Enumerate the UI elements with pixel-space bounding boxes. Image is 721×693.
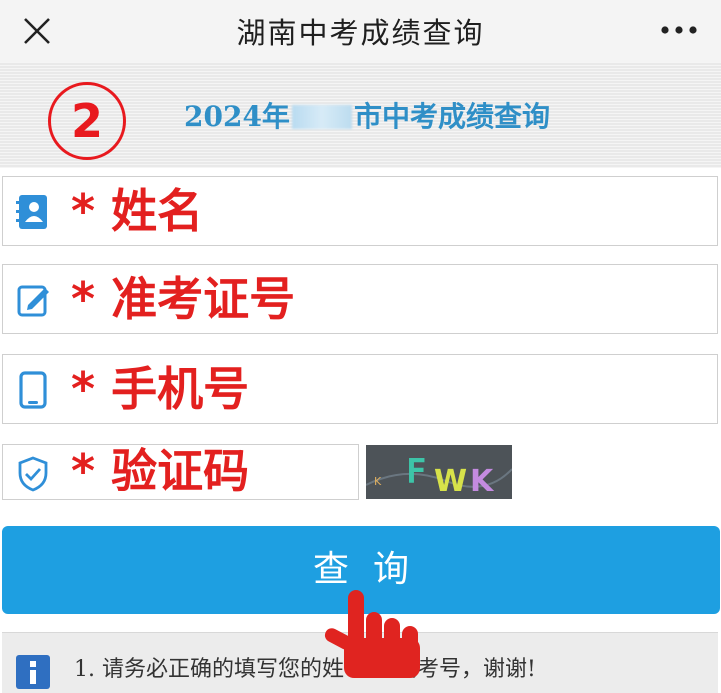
more-icon[interactable] (659, 20, 699, 40)
page-title: 湖南中考成绩查询 (236, 16, 485, 50)
shield-icon (18, 456, 48, 492)
svg-text:K: K (374, 475, 382, 488)
captcha-field[interactable]: * 验证码 (2, 444, 359, 500)
banner-title: 2024年 市中考成绩查询 (184, 99, 550, 135)
phone-label: * 手机号 (71, 362, 250, 416)
edit-icon (17, 285, 49, 317)
svg-text:K: K (470, 464, 495, 499)
svg-text:W: W (434, 464, 467, 499)
name-label: * 姓名 (71, 184, 204, 238)
notice-text: 1. 请务必正确的填写您的姓 证号或考号，谢谢! (74, 657, 536, 682)
svg-text:F: F (406, 452, 426, 492)
banner-title-prefix: 2024年 (184, 100, 290, 133)
captcha-label: * 验证码 (71, 444, 250, 498)
step-number-badge: 2 (48, 82, 126, 160)
phone-icon (19, 371, 47, 409)
exam-number-field[interactable]: * 准考证号 (2, 264, 718, 334)
exam-number-label: * 准考证号 (71, 272, 296, 326)
banner-title-suffix: 市中考成绩查询 (353, 100, 550, 133)
captcha-image[interactable]: K F W K (366, 445, 512, 499)
top-nav-bar: 湖南中考成绩查询 (0, 0, 721, 62)
info-icon (16, 655, 50, 689)
captcha-glyphs: K F W K (366, 445, 512, 499)
pointing-hand-icon (324, 590, 420, 678)
phone-field[interactable]: * 手机号 (2, 354, 718, 424)
contact-card-icon (16, 195, 47, 229)
redacted-city-mask (291, 105, 352, 129)
name-field[interactable]: * 姓名 (2, 176, 718, 246)
